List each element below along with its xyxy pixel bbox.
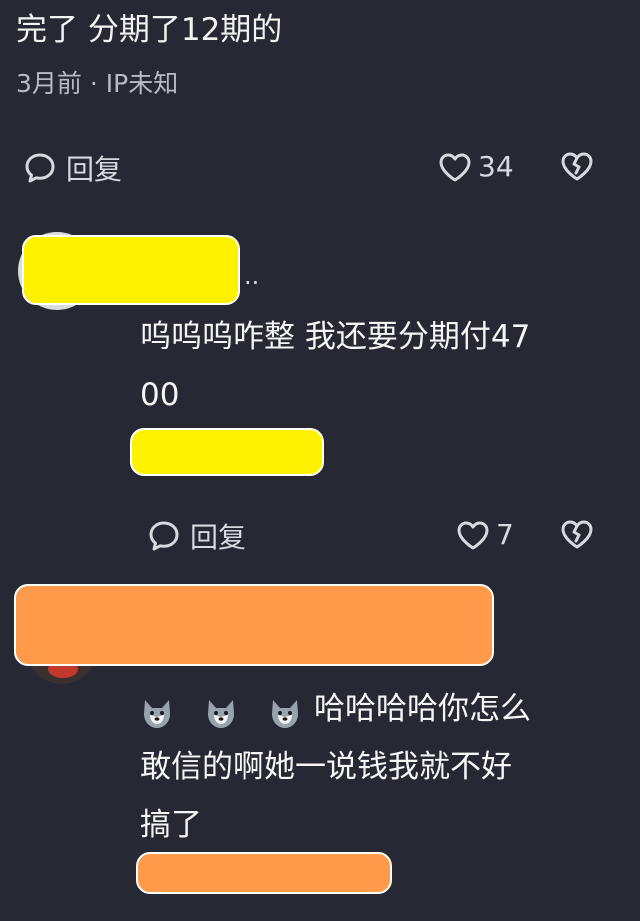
username-redaction (22, 235, 240, 305)
dislike-button[interactable] (560, 150, 594, 182)
like-count: 34 (478, 150, 514, 183)
husky-emoji-icon (140, 692, 174, 728)
broken-heart-icon (560, 150, 594, 182)
reply-bubble-icon (146, 518, 182, 554)
username-redaction (14, 584, 494, 666)
reply-bubble-icon (22, 150, 58, 186)
husky-emoji-icon (204, 692, 238, 728)
meta-redaction (130, 428, 324, 476)
broken-heart-icon (560, 518, 594, 550)
username-ellipsis: .. (244, 262, 260, 290)
like-button[interactable]: 34 (438, 150, 514, 183)
husky-emoji-icon (268, 692, 302, 728)
meta-redaction (136, 852, 392, 894)
reply-label: 回复 (190, 521, 247, 554)
like-count: 7 (496, 518, 514, 551)
reply-button[interactable]: 回复 (22, 148, 122, 188)
reply-text: 呜呜呜咋整 我还要分期付47 00 (140, 319, 531, 413)
heart-outline-icon (456, 519, 490, 551)
heart-outline-icon (438, 151, 472, 183)
comment-text: 完了 分期了12期的 (16, 12, 283, 48)
comment-meta: 3月前 · IP未知 (16, 69, 179, 98)
reply-label: 回复 (66, 153, 123, 186)
reply-button[interactable]: 回复 (146, 516, 246, 556)
like-button[interactable]: 7 (456, 518, 514, 551)
reply-text: 哈哈哈哈你怎么 敢信的啊她一说钱我就不好 搞了 (140, 691, 531, 843)
dislike-button[interactable] (560, 518, 594, 550)
